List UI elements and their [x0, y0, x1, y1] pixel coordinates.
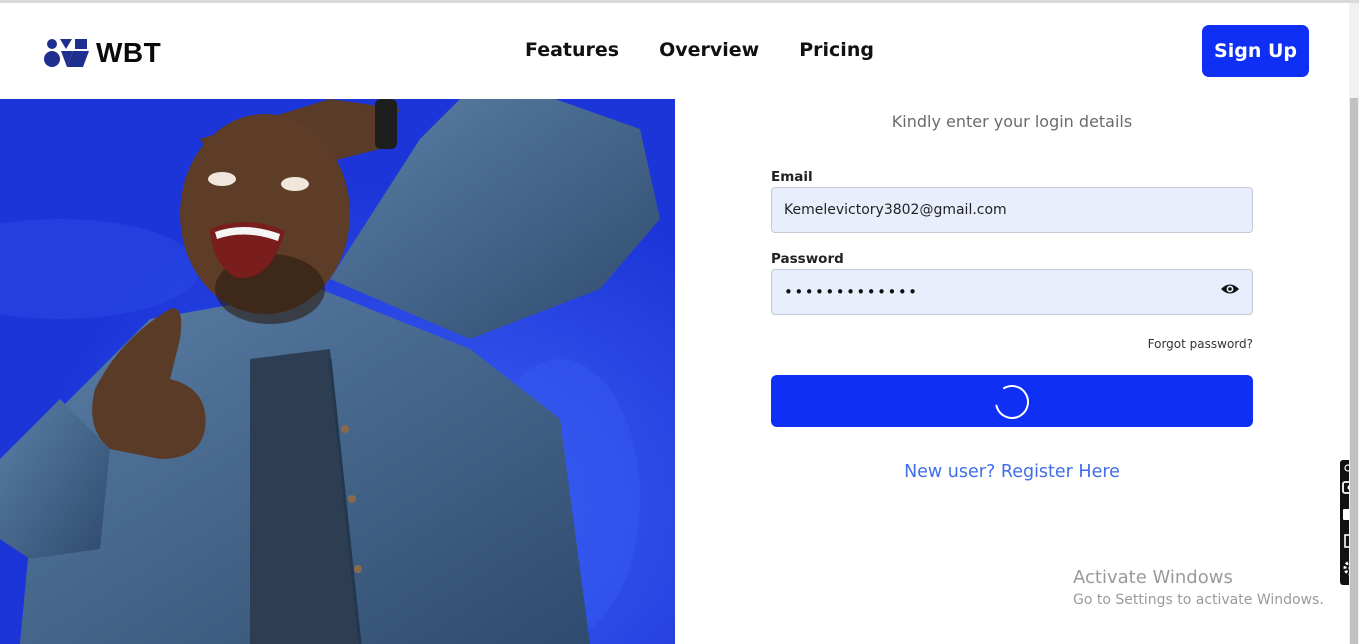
nav-features[interactable]: Features — [525, 39, 619, 61]
wbt-logo-icon — [44, 39, 89, 67]
activate-windows-watermark: Activate Windows Go to Settings to activ… — [1073, 567, 1324, 608]
password-label: Password — [771, 251, 844, 267]
logo[interactable]: WBT — [44, 37, 161, 69]
email-label: Email — [771, 169, 813, 185]
register-link[interactable]: New user? Register Here — [771, 462, 1253, 482]
logo-text: WBT — [96, 37, 162, 68]
login-button[interactable] — [771, 375, 1253, 427]
hero-image — [0, 99, 675, 644]
sign-up-button[interactable]: Sign Up — [1202, 25, 1309, 77]
watermark-subtitle: Go to Settings to activate Windows. — [1073, 592, 1324, 608]
scrollbar-thumb[interactable] — [1350, 98, 1358, 644]
nav-overview[interactable]: Overview — [659, 39, 759, 61]
loading-spinner-icon — [995, 385, 1029, 419]
page: WBT Features Overview Pricing Sign Up Ki… — [0, 0, 1359, 644]
nav-pricing[interactable]: Pricing — [799, 39, 874, 61]
page-scrollbar[interactable] — [1349, 3, 1359, 644]
show-password-eye-icon[interactable] — [1220, 282, 1240, 296]
site-header: WBT Features Overview Pricing Sign Up — [0, 3, 1349, 99]
login-subtitle: Kindly enter your login details — [891, 112, 1133, 131]
watermark-title: Activate Windows — [1073, 567, 1233, 588]
hero-photo-illustration — [0, 99, 675, 644]
password-value: ••••••••••••• — [784, 283, 919, 301]
email-field[interactable] — [771, 187, 1253, 233]
main-nav: Features Overview Pricing — [525, 39, 874, 61]
forgot-password-link[interactable]: Forgot password? — [1120, 337, 1253, 351]
